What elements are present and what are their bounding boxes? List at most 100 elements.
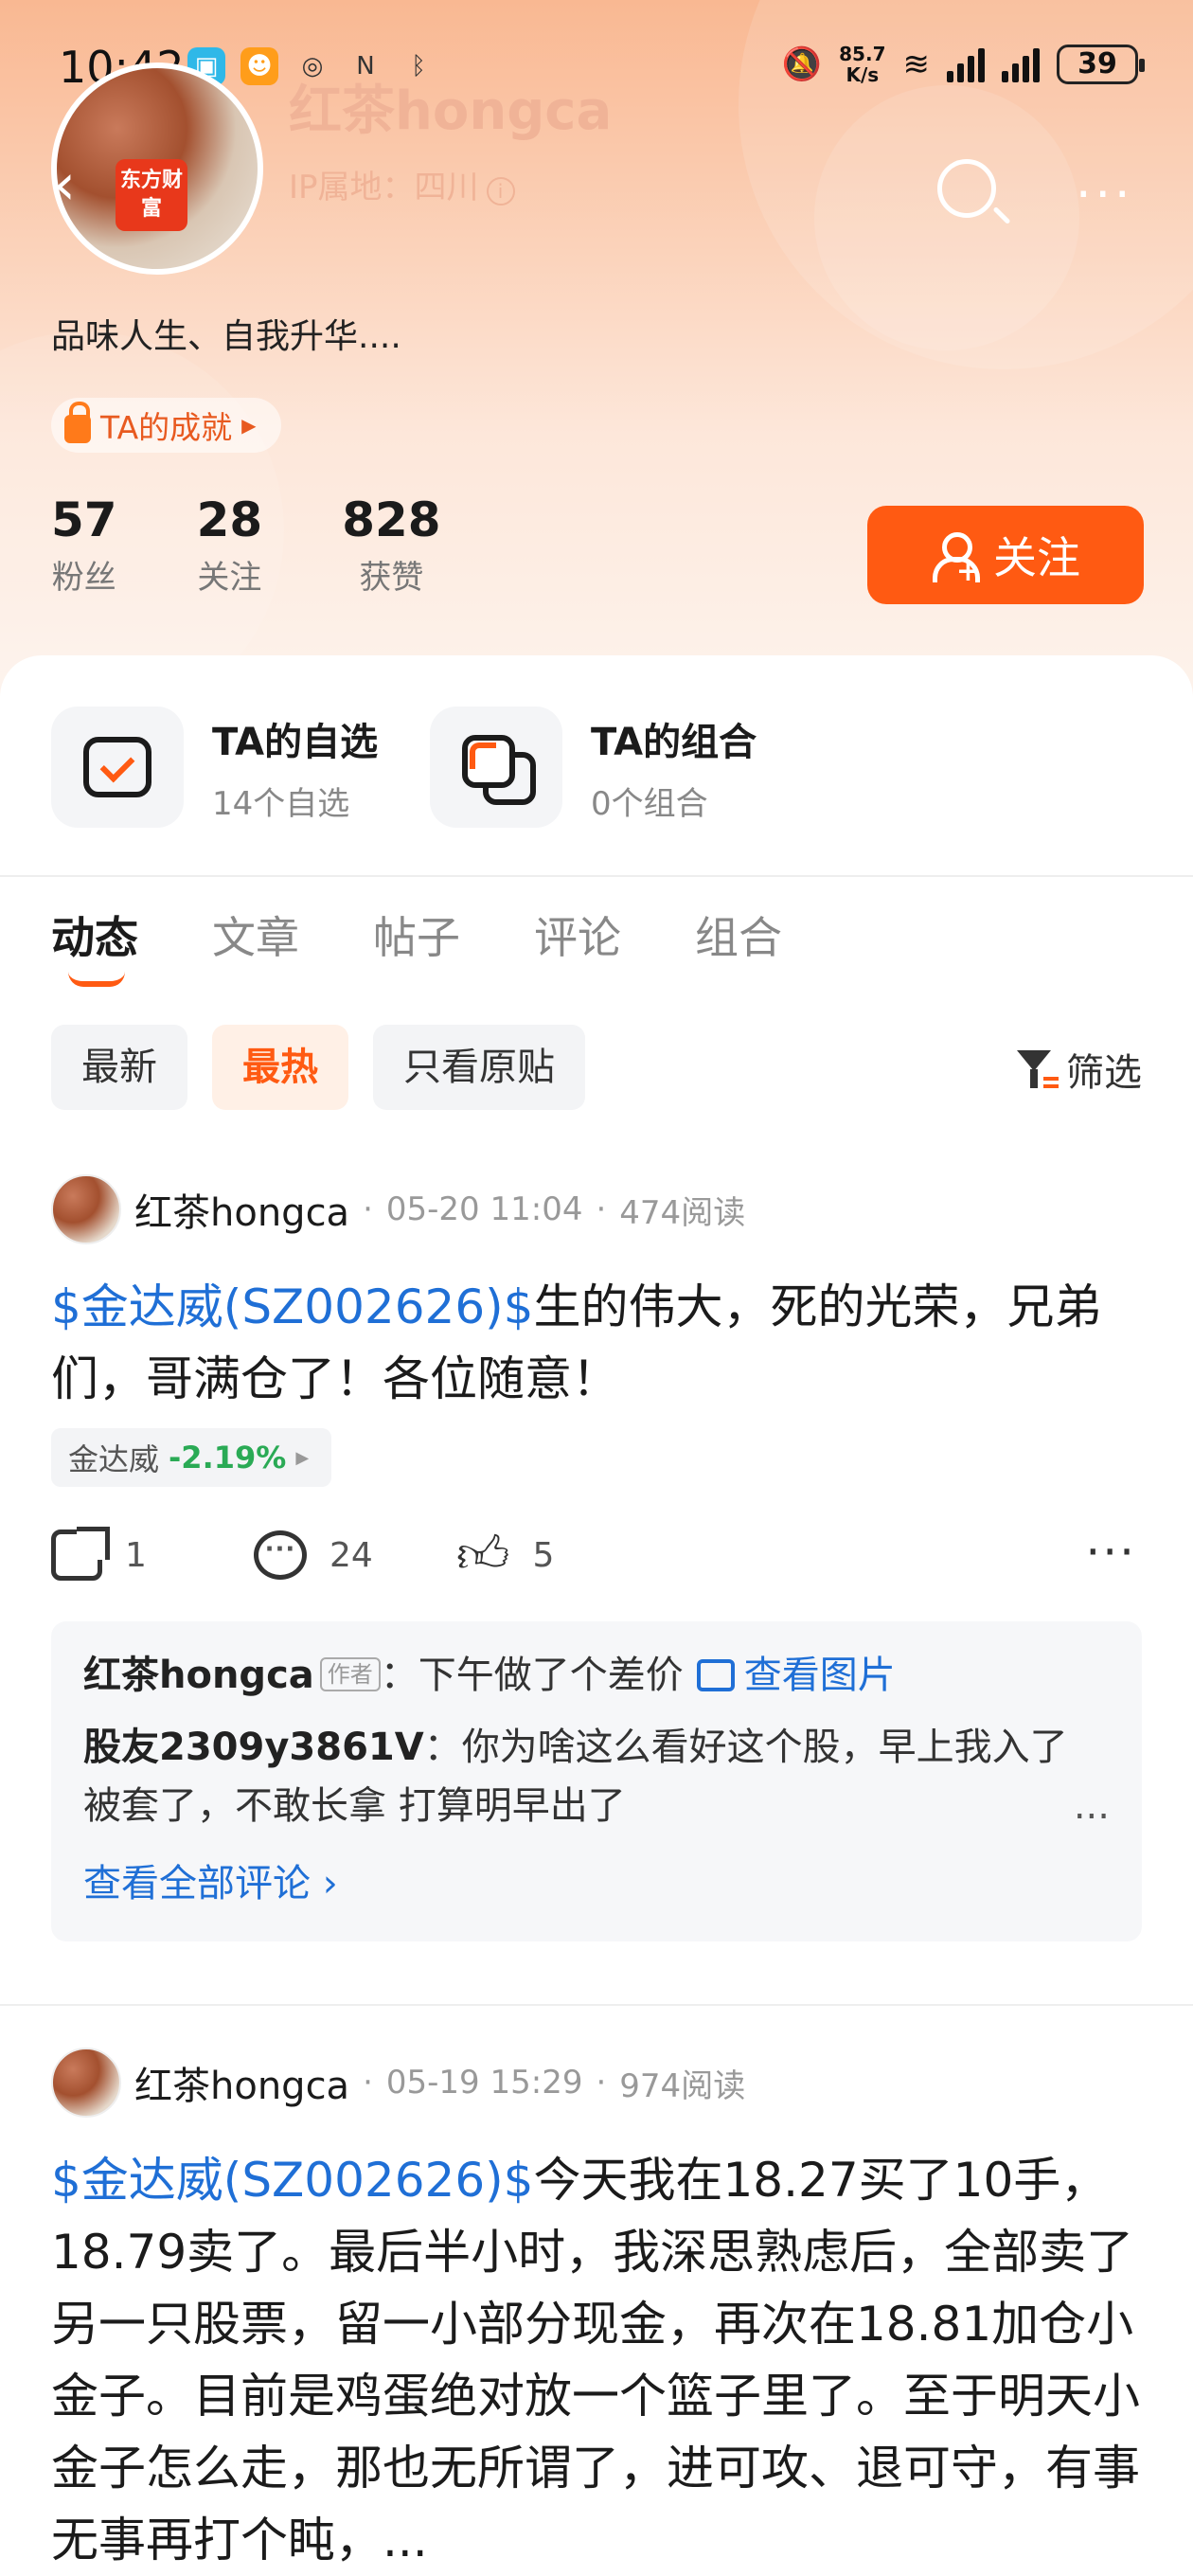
speed-value: 85.7 bbox=[839, 43, 886, 65]
share-button[interactable]: 1 bbox=[51, 1527, 254, 1581]
profile-bio: 品味人生、自我升华.... bbox=[51, 317, 401, 356]
signal-icon bbox=[1002, 46, 1040, 82]
comment-author[interactable]: 股友2309y3861V bbox=[83, 1726, 424, 1769]
post-item[interactable]: 红茶hongca · 05-20 11:04 · 474阅读 $金达威(SZ00… bbox=[51, 1174, 1142, 1941]
comment-button[interactable]: ··· 24 bbox=[254, 1530, 456, 1580]
view-image-label: 查看图片 bbox=[743, 1654, 896, 1697]
author-tag: 作者 bbox=[319, 1657, 381, 1691]
follow-button[interactable]: + 关注 bbox=[867, 506, 1144, 604]
stock-link[interactable]: $金达威(SZ002626)$ bbox=[51, 1279, 534, 1334]
post-item[interactable]: 红茶hongca · 05-19 15:29 · 974阅读 $金达威(SZ00… bbox=[51, 2048, 1142, 2576]
post-header: 红茶hongca · 05-20 11:04 · 474阅读 bbox=[51, 1174, 1142, 1244]
info-icon[interactable]: i bbox=[486, 177, 515, 206]
view-all-comments-link[interactable]: 查看全部评论 › bbox=[83, 1854, 1110, 1913]
post-author[interactable]: 红茶hongca bbox=[134, 1182, 349, 1237]
meta-separator: · bbox=[596, 1190, 607, 1228]
stat-following[interactable]: 28 关注 bbox=[197, 492, 263, 598]
avatar[interactable] bbox=[51, 2048, 121, 2118]
content-tabs: 动态 文章 帖子 评论 组合 bbox=[51, 903, 782, 987]
chip-hottest[interactable]: 最热 bbox=[212, 1025, 348, 1110]
meta-separator: · bbox=[596, 2064, 607, 2102]
post-author[interactable]: 红茶hongca bbox=[134, 2055, 349, 2110]
comment-icon: ··· bbox=[254, 1530, 307, 1580]
stat-followers[interactable]: 57 粉丝 bbox=[51, 492, 117, 598]
comment-preview: 红茶hongca 作者 ：下午做了个差价 查看图片 股友2309y3861V：你为啥这… bbox=[51, 1621, 1142, 1941]
watchlist-icon bbox=[51, 707, 184, 828]
profile-header: 10:42 ▣ ☻ ◎ N ᛒ 🔕 85.7 K/s ≋ 39 东方财富 ‹ 红茶… bbox=[0, 0, 1193, 701]
post-date: 05-19 15:29 bbox=[385, 2064, 583, 2102]
portfolio-count: 0个组合 bbox=[591, 784, 708, 823]
stat-value: 57 bbox=[51, 492, 117, 547]
tab-comments[interactable]: 评论 bbox=[534, 903, 621, 966]
achievement-label: TA的成就 bbox=[100, 409, 233, 446]
portfolio-link[interactable]: TA的组合 0个组合 bbox=[430, 707, 757, 828]
comment-item[interactable]: 股友2309y3861V：你为啥这么看好这个股，早上我入了 被套了，不敢长拿 打… bbox=[83, 1718, 1110, 1835]
sort-chips: 最新 最热 只看原贴 bbox=[51, 1025, 585, 1110]
stock-change: -2.19% bbox=[169, 1440, 287, 1476]
app-notification-icon: ☻ bbox=[240, 47, 278, 85]
share-count: 1 bbox=[125, 1535, 147, 1575]
battery-icon: 39 bbox=[1057, 45, 1145, 84]
thumbs-up-icon: 👍︎ bbox=[456, 1525, 510, 1584]
filter-icon bbox=[1017, 1050, 1059, 1088]
post-header: 红茶hongca · 05-19 15:29 · 974阅读 bbox=[51, 2048, 1142, 2118]
ip-location-text: IP属地：四川 bbox=[289, 169, 479, 206]
post-actions: 1 ··· 24 👍︎ 5 ··· bbox=[51, 1525, 1142, 1583]
status-right: 🔕 85.7 K/s ≋ 39 bbox=[782, 44, 1145, 85]
add-person-icon: + bbox=[931, 530, 980, 588]
tab-articles[interactable]: 文章 bbox=[212, 903, 299, 966]
divider bbox=[0, 875, 1193, 877]
tab-posts[interactable]: 帖子 bbox=[373, 903, 460, 966]
view-image-link[interactable]: 查看图片 bbox=[696, 1654, 896, 1697]
post-text: $金达威(SZ002626)$今天我在18.27买了10手，18.79卖了。最后… bbox=[51, 2144, 1142, 2576]
post-text: $金达威(SZ002626)$生的伟大，死的光荣，兄弟们，哥满仓了！各位随意！ bbox=[51, 1271, 1142, 1415]
avatar-logo: 东方财富 bbox=[116, 159, 187, 231]
ip-location: IP属地：四川 i bbox=[289, 161, 515, 207]
watchlist-count: 14个自选 bbox=[212, 784, 350, 823]
back-arrow-icon[interactable]: ‹ bbox=[53, 152, 76, 218]
lock-icon bbox=[64, 402, 91, 443]
post-reads: 974阅读 bbox=[619, 2066, 746, 2105]
like-button[interactable]: 👍︎ 5 bbox=[456, 1530, 659, 1581]
avatar[interactable] bbox=[51, 1174, 121, 1244]
profile-stats: 57 粉丝 28 关注 828 获赞 bbox=[51, 492, 521, 598]
chip-original-only[interactable]: 只看原贴 bbox=[373, 1025, 585, 1110]
comment-author[interactable]: 红茶hongca bbox=[83, 1654, 314, 1697]
more-options-icon[interactable]: ··· bbox=[1085, 1525, 1136, 1580]
chevron-right-icon: ▶ bbox=[241, 414, 257, 437]
network-speed: 85.7 K/s bbox=[839, 44, 885, 85]
divider bbox=[0, 2004, 1193, 2006]
stock-quote-chip[interactable]: 金达威 -2.19% ▶ bbox=[51, 1428, 332, 1487]
share-icon bbox=[51, 1527, 110, 1581]
portfolio-title: TA的组合 bbox=[591, 720, 757, 764]
stat-value: 828 bbox=[342, 492, 441, 547]
portfolio-icon bbox=[430, 707, 562, 828]
follow-label: 关注 bbox=[993, 532, 1080, 583]
watchlist-link[interactable]: TA的自选 14个自选 bbox=[51, 707, 378, 828]
tab-activity[interactable]: 动态 bbox=[51, 903, 138, 987]
filter-button[interactable]: 筛选 bbox=[1017, 1042, 1142, 1097]
chip-latest[interactable]: 最新 bbox=[51, 1025, 187, 1110]
stat-label: 粉丝 bbox=[51, 559, 116, 597]
colon: ： bbox=[380, 1654, 418, 1697]
wifi-icon: ≋ bbox=[902, 45, 931, 83]
post-content: 今天我在18.27买了10手，18.79卖了。最后半小时，我深思熟虑后，全部卖了… bbox=[51, 2153, 1140, 2567]
stat-value: 28 bbox=[196, 492, 263, 547]
more-icon[interactable]: ··· bbox=[1076, 167, 1134, 224]
comment-count: 24 bbox=[329, 1535, 373, 1575]
profile-name: 红茶hongca bbox=[289, 80, 613, 142]
stat-likes[interactable]: 828 获赞 bbox=[342, 492, 440, 598]
search-icon[interactable] bbox=[937, 159, 996, 218]
stock-name: 金达威 bbox=[68, 1441, 160, 1477]
speed-unit: K/s bbox=[846, 63, 880, 86]
meta-separator: · bbox=[363, 2064, 373, 2102]
ellipsis: ... bbox=[1073, 1784, 1110, 1828]
stock-link[interactable]: $金达威(SZ002626)$ bbox=[51, 2153, 534, 2208]
tab-portfolios[interactable]: 组合 bbox=[695, 903, 782, 966]
achievement-button[interactable]: TA的成就 ▶ bbox=[51, 398, 281, 453]
profile-avatar[interactable]: 东方财富 bbox=[51, 63, 263, 275]
header-decoration bbox=[814, 85, 1079, 350]
comment-item[interactable]: 红茶hongca 作者 ：下午做了个差价 查看图片 bbox=[83, 1646, 1110, 1705]
stat-label: 关注 bbox=[197, 559, 262, 597]
watchlist-title: TA的自选 bbox=[212, 720, 379, 764]
